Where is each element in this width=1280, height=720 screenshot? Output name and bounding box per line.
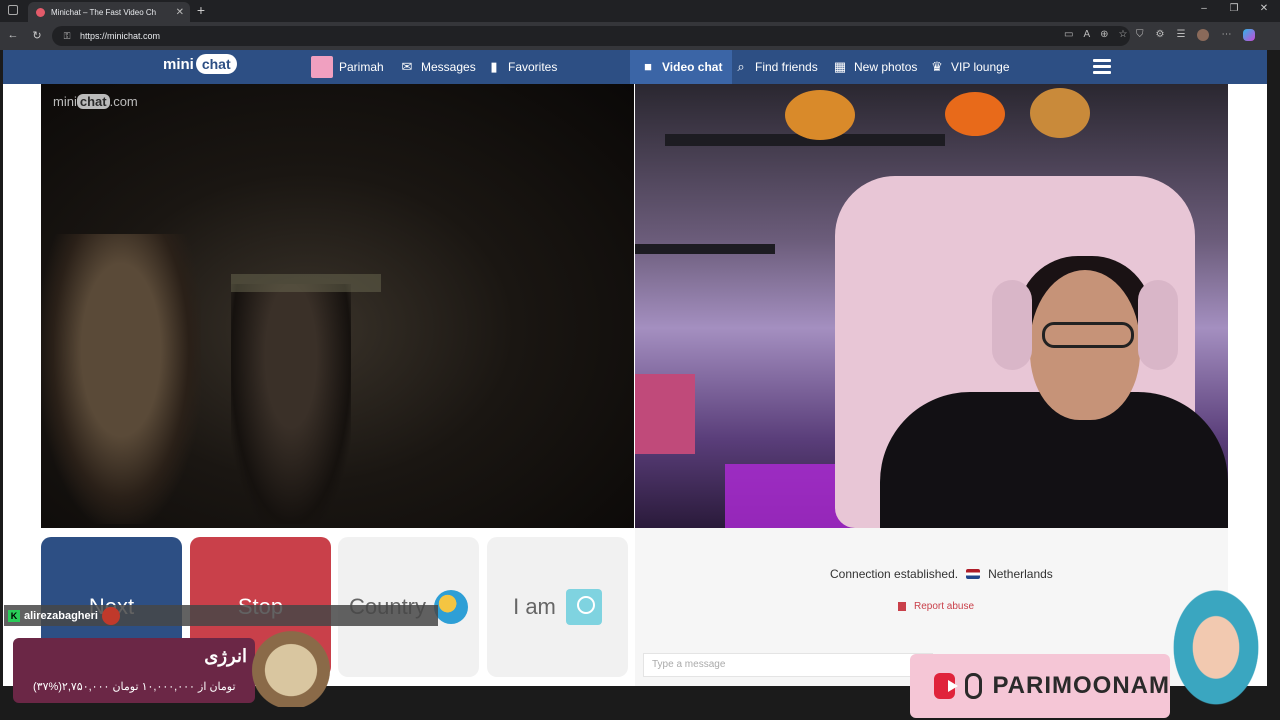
gender-button[interactable]: I am (487, 537, 628, 677)
logo-chat-text: chat (195, 54, 237, 74)
tab-title: Minichat – The Fast Video Ch (51, 7, 157, 17)
social-handle: PARIMOONAM (992, 672, 1170, 699)
kick-icon: K (8, 609, 20, 622)
nav-video-chat-label: Video chat (662, 60, 723, 74)
collections-icon[interactable]: ☰ (1176, 29, 1185, 41)
user-avatar-icon (565, 589, 602, 625)
connection-status-text: Connection established. (830, 567, 959, 581)
new-tab-icon[interactable]: + (194, 2, 208, 18)
reload-icon[interactable]: ↻ (30, 29, 44, 42)
social-banner: PARIMOONAM (910, 654, 1170, 718)
glasses (1042, 322, 1134, 348)
video-camera-icon: ■ (644, 59, 652, 74)
background-building (231, 274, 381, 292)
nav-new-photos[interactable]: ▦ New photos (832, 50, 918, 84)
watermark-mini: mini (53, 94, 77, 109)
streamer-body (880, 392, 1228, 528)
nav-messages[interactable]: ✉ Messages (399, 50, 476, 84)
shield-icon[interactable]: ⛉ (1136, 29, 1144, 41)
tab-actions-icon[interactable] (8, 5, 18, 15)
logo-mini-text: mini (163, 55, 194, 73)
address-actions: ▭ A ⊕ ☆ (1064, 29, 1127, 40)
goal-title: انرژی (204, 646, 247, 666)
hamburger-menu-icon[interactable] (1093, 59, 1111, 75)
cat-mascot-image (245, 625, 337, 707)
globe-icon (434, 590, 469, 624)
browser-tab[interactable]: Minichat – The Fast Video Ch ✕ (28, 2, 190, 22)
watermark-chat: chat (76, 94, 110, 109)
pumpkin-decoration (785, 90, 855, 140)
url-text: https://minichat.com (80, 31, 161, 41)
minichat-watermark: mini chat .com (53, 94, 138, 109)
nav-favorites-label: Favorites (508, 60, 558, 74)
back-icon[interactable]: ← (6, 29, 20, 41)
stranger-video (41, 84, 634, 528)
nav-find-friends[interactable]: ⌕ Find friends (733, 50, 818, 84)
more-menu-icon[interactable]: ⋯ (1221, 29, 1231, 41)
copilot-icon[interactable] (1243, 29, 1256, 41)
site-navbar: mini chat Parimah ✉ Messages ▮ Favorites… (3, 50, 1267, 84)
photos-grid-icon: ▦ (833, 59, 847, 74)
read-aloud-icon[interactable]: A (1083, 29, 1090, 40)
close-tab-icon[interactable]: ✕ (176, 7, 190, 18)
profile-avatar[interactable] (1197, 29, 1210, 41)
maximize-icon[interactable]: ❐ (1226, 3, 1242, 14)
nav-vip-lounge-label: VIP lounge (951, 60, 1010, 74)
iam-label: I am (513, 594, 556, 619)
pumpkin-decoration (1030, 88, 1090, 138)
partner-country: Netherlands (988, 567, 1053, 581)
user-avatar-icon (311, 56, 333, 78)
headphone-right (1138, 280, 1178, 370)
nav-profile-label: Parimah (339, 60, 384, 74)
person-silhouette (41, 234, 201, 524)
streamer-alert-bar: K alirezabagheri (4, 605, 438, 626)
alert-username: alirezabagheri (24, 609, 98, 622)
nav-new-photos-label: New photos (854, 60, 918, 74)
watermark-com: .com (109, 94, 138, 109)
minimize-icon[interactable]: – (1196, 3, 1212, 14)
nav-vip-lounge[interactable]: ♛ VIP lounge (929, 50, 1010, 84)
poster (635, 374, 695, 454)
extensions-icon[interactable]: ⚙ (1156, 29, 1165, 41)
nav-messages-label: Messages (421, 60, 476, 74)
shelf (635, 244, 775, 254)
site-info-icon[interactable]: ⚿ (62, 31, 72, 41)
streamer-cartoon-avatar (1162, 588, 1270, 720)
search-icon: ⌕ (737, 59, 745, 74)
minichat-logo[interactable]: mini chat (163, 54, 237, 74)
connection-status: Connection established. Netherlands (830, 567, 1053, 581)
donation-goal-banner: انرژی (۳۷%)۲,۷۵۰,۰۰۰ تومان از ۱۰,۰۰۰,۰۰۰… (13, 638, 255, 703)
browser-tab-bar: Minichat – The Fast Video Ch ✕ + – ❐ ✕ (0, 0, 1280, 22)
zoom-icon[interactable]: ⊕ (1100, 29, 1108, 40)
message-input[interactable]: Type a message (643, 653, 933, 677)
nav-profile[interactable]: Parimah (311, 50, 384, 84)
nav-favorites[interactable]: ▮ Favorites (486, 50, 557, 84)
close-window-icon[interactable]: ✕ (1256, 3, 1272, 14)
flag-icon (898, 602, 906, 611)
camera-icon[interactable]: ▭ (1064, 29, 1073, 40)
nav-video-chat[interactable]: ■ Video chat (630, 50, 733, 84)
pumpkin-decoration (945, 92, 1005, 136)
person-silhouette (231, 284, 351, 524)
instagram-icon (964, 673, 983, 699)
recording-icon (36, 7, 45, 17)
bookmark-icon: ▮ (490, 59, 498, 74)
toolbar-icons: ⛉ ⚙ ☰ ⋯ (1136, 29, 1256, 41)
envelope-icon: ✉ (401, 59, 413, 74)
url-field[interactable]: ⚿ https://minichat.com (52, 26, 1130, 46)
devil-emote-icon (101, 606, 120, 625)
favorite-star-icon[interactable]: ☆ (1119, 29, 1128, 40)
headphone-left (992, 280, 1032, 370)
goal-progress-text: (۳۷%)۲,۷۵۰,۰۰۰ تومان از ۱۰,۰۰۰,۰۰۰ تومان (33, 681, 236, 693)
crown-icon: ♛ (931, 59, 943, 74)
youtube-icon (934, 673, 958, 699)
netherlands-flag-icon (966, 569, 981, 579)
address-bar-row: ← ↻ ⚿ https://minichat.com ▭ A ⊕ ☆ ⛉ ⚙ ☰… (0, 22, 1280, 50)
report-abuse-label: Report abuse (914, 601, 975, 612)
report-abuse-link[interactable]: Report abuse (898, 601, 974, 612)
nav-find-friends-label: Find friends (755, 60, 818, 74)
